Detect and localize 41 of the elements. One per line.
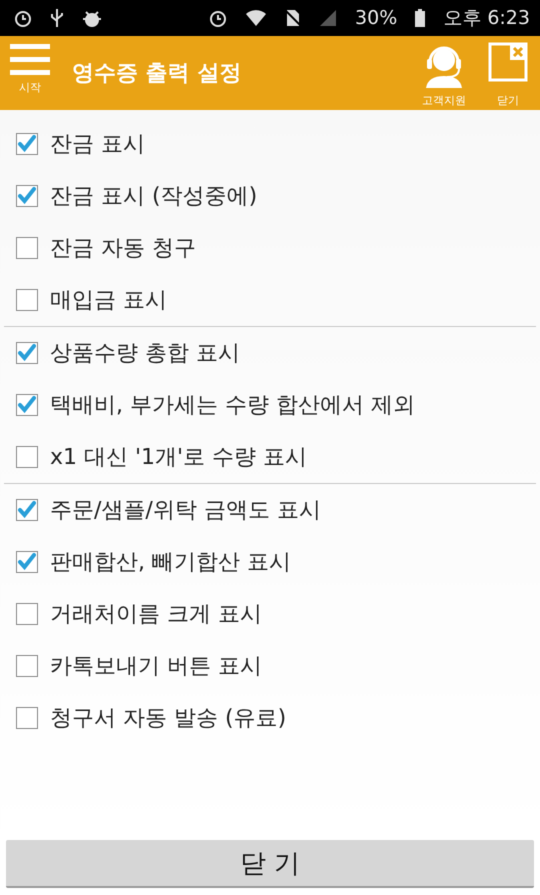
clock-text: 오후 6:23 xyxy=(443,6,530,31)
option-label: 상품수량 총합 표시 xyxy=(50,340,240,368)
checkbox[interactable] xyxy=(16,707,38,729)
screen-title: 영수증 출력 설정 xyxy=(72,60,242,88)
usb-icon xyxy=(50,8,64,28)
checkbox[interactable] xyxy=(16,289,38,311)
option-label: 매입금 표시 xyxy=(50,287,167,315)
no-sim-icon xyxy=(285,9,302,27)
bug-icon xyxy=(82,9,102,27)
option-label: 거래처이름 크게 표시 xyxy=(50,601,262,629)
checkbox[interactable] xyxy=(16,655,38,677)
alarm-icon xyxy=(14,9,32,27)
wifi-icon xyxy=(245,9,268,27)
checkbox[interactable] xyxy=(16,394,38,416)
support-button[interactable]: 고객지원 xyxy=(418,36,470,110)
checkbox[interactable] xyxy=(16,133,38,155)
option-label: 판매합산, 빼기합산 표시 xyxy=(50,549,291,577)
option-label: 잔금 자동 청구 xyxy=(50,235,196,263)
battery-icon xyxy=(415,9,426,27)
close-header-button[interactable]: 닫기 xyxy=(484,36,532,110)
checkbox[interactable] xyxy=(16,551,38,573)
checkbox[interactable] xyxy=(16,342,38,364)
option-label: 택배비, 부가세는 수량 합산에서 제외 xyxy=(50,392,415,420)
close-button[interactable]: 닫 기 xyxy=(6,840,534,888)
battery-percent: 30% xyxy=(355,7,398,29)
option-label: 주문/샘플/위탁 금액도 표시 xyxy=(50,497,321,525)
signal-icon xyxy=(319,9,338,27)
option-label: 카톡보내기 버튼 표시 xyxy=(50,653,262,681)
menu-button[interactable]: 시작 xyxy=(8,36,52,110)
checkbox[interactable] xyxy=(16,185,38,207)
checkbox[interactable] xyxy=(16,603,38,625)
checkbox[interactable] xyxy=(16,499,38,521)
option-label: 잔금 표시 xyxy=(50,131,145,159)
option-label: 잔금 표시 (작성중에) xyxy=(50,183,258,211)
checkbox[interactable] xyxy=(16,446,38,468)
menu-icon xyxy=(10,42,50,76)
close-window-icon xyxy=(488,42,528,82)
alarm-icon xyxy=(209,9,228,27)
option-label: 청구서 자동 발송 (유료) xyxy=(50,705,286,733)
checkbox[interactable] xyxy=(16,237,38,259)
option-label: x1 대신 '1개'로 수량 표시 xyxy=(50,444,308,472)
